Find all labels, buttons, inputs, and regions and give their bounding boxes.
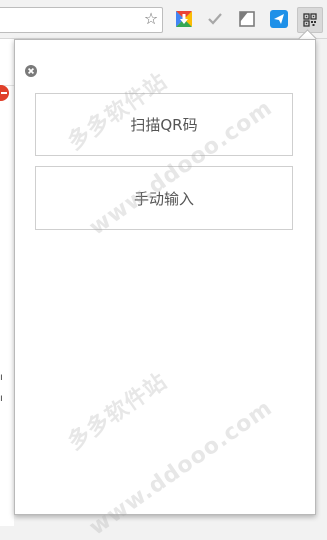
close-icon[interactable] [25,65,37,77]
scan-qr-button[interactable]: 扫描QR码 [35,93,293,156]
qr-popup: 扫描QR码 手动输入 [14,39,316,515]
qr-extension-button[interactable] [297,7,323,33]
manual-input-button[interactable]: 手动输入 [35,166,293,230]
bookmark-star-icon[interactable]: ☆ [142,10,160,28]
qr-code-icon [303,13,317,27]
scan-qr-button-label: 扫描QR码 [130,116,198,134]
browser-toolbar: ☆ [0,0,327,39]
checkmark-icon[interactable] [206,10,224,28]
page-text-fragment: ı [0,372,3,383]
page-status-icon [0,85,9,101]
address-bar[interactable] [0,7,163,33]
plane-icon[interactable] [270,10,288,28]
page-text-fragment: ı [0,393,3,404]
page-corner-icon[interactable] [238,10,256,28]
background-page: ı ı [0,39,14,526]
manual-input-button-label: 手动输入 [133,189,194,208]
google-drive-download-icon[interactable] [175,10,193,28]
